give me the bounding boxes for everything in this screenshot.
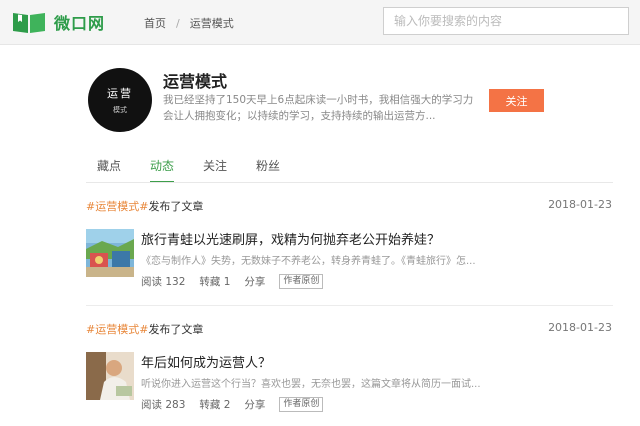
repost-count: 转藏 2 (199, 399, 231, 411)
avatar-text-top: 运营 (107, 87, 133, 100)
breadcrumb-separator: / (176, 16, 180, 30)
post-divider (86, 305, 613, 306)
post-header: #运营模式#发布了文章 2018-01-23 (86, 321, 613, 337)
logo-text: 微口网 (54, 14, 106, 33)
profile-name: 运营模式 (163, 72, 228, 91)
search-input[interactable] (383, 7, 629, 35)
read-count: 阅读 132 (141, 276, 186, 288)
post-meta: 阅读 132 转藏 1 分享 作者原创 (141, 274, 324, 289)
post-meta: 阅读 283 转藏 2 分享 作者原创 (141, 397, 324, 412)
thumbnail-image (86, 352, 134, 400)
avatar-text-bottom: 模式 (113, 106, 127, 114)
breadcrumb-current: 运营模式 (189, 17, 234, 30)
breadcrumb-home-link[interactable]: 首页 (144, 15, 166, 31)
tabs-divider (86, 182, 613, 183)
post-excerpt: 《恋与制作人》失势，无数妹子不养老公，转身养青蛙了。《青蛙旅行》怎... (141, 256, 476, 267)
follow-button[interactable]: 关注 (489, 89, 544, 112)
post-thumbnail[interactable] (86, 229, 134, 277)
post-thumbnail[interactable] (86, 352, 134, 400)
tab-following[interactable]: 关注 (203, 157, 227, 183)
profile-description: 我已经坚持了150天早上6点起床读一小时书，我相信强大的学习力会让人拥抱变化；以… (163, 94, 474, 122)
site-logo[interactable]: 微口网 (12, 9, 105, 35)
share-link[interactable]: 分享 (244, 397, 265, 412)
post-title-link[interactable]: 旅行青蛙以光速刷屏，戏精为何抛弃老公开始养娃？ (141, 229, 440, 248)
share-link[interactable]: 分享 (244, 274, 265, 289)
repost-count: 转藏 1 (199, 276, 231, 288)
post-topic-tag[interactable]: #运营模式# (86, 200, 148, 213)
read-count: 阅读 283 (141, 399, 186, 411)
post-date: 2018-01-23 (548, 321, 612, 334)
tab-collections[interactable]: 藏点 (97, 157, 121, 183)
original-badge: 作者原创 (279, 274, 324, 289)
post-date: 2018-01-23 (548, 198, 612, 211)
avatar: 运营 模式 (88, 68, 152, 132)
top-bar: 微口网 首页 / 运营模式 (0, 0, 640, 45)
thumbnail-image (86, 229, 134, 277)
post-excerpt: 听说你进入运营这个行当？喜欢也罢，无奈也罢，这篇文章将从简历一面试... (141, 379, 481, 390)
post-title-link[interactable]: 年后如何成为运营人？ (141, 352, 271, 371)
tab-activity[interactable]: 动态 (150, 157, 175, 183)
breadcrumb: 首页 / 运营模式 (144, 15, 234, 31)
original-badge: 作者原创 (279, 397, 324, 412)
profile-tabs: 藏点 动态 关注 粉丝 (97, 157, 309, 183)
post-action-text: 发布了文章 (148, 200, 204, 213)
post-header: #运营模式#发布了文章 2018-01-23 (86, 198, 613, 214)
post-action-text: 发布了文章 (148, 323, 204, 336)
book-logo-icon (13, 13, 45, 33)
post-topic-tag[interactable]: #运营模式# (86, 323, 148, 336)
tab-followers[interactable]: 粉丝 (256, 157, 280, 183)
